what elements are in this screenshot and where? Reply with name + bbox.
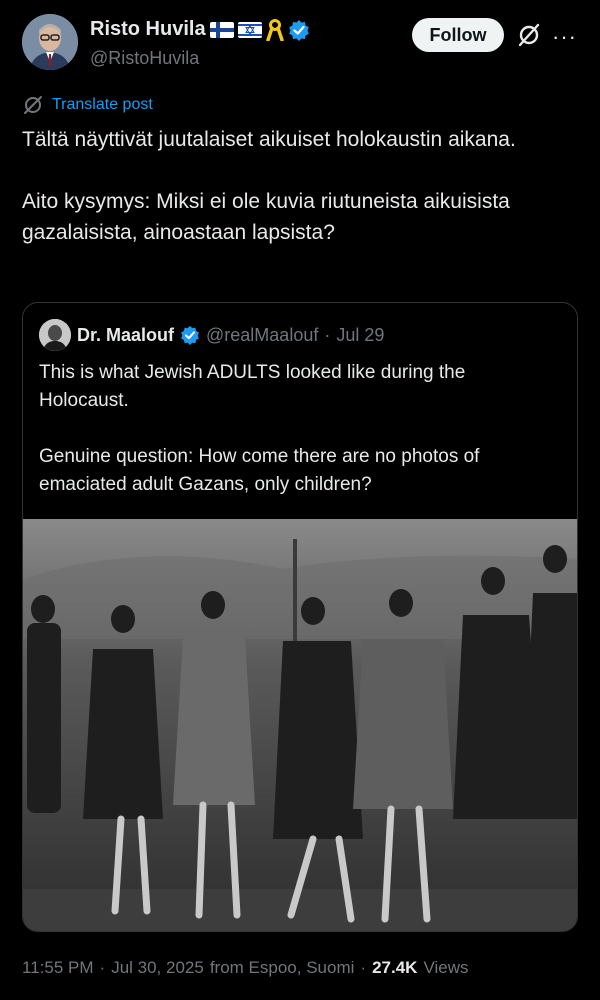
grok-icon[interactable] <box>516 22 542 48</box>
quote-photo[interactable] <box>23 519 577 931</box>
post-header: Risto Huvila @RistoHuvila Follow ··· <box>22 14 582 74</box>
quote-handle[interactable]: @realMaalouf <box>206 325 318 346</box>
author-handle[interactable]: @RistoHuvila <box>90 48 199 69</box>
author-avatar[interactable] <box>22 14 78 70</box>
more-icon[interactable]: ··· <box>552 24 577 50</box>
post-footer: 11:55 PM · Jul 30, 2025 from Espoo, Suom… <box>22 958 468 978</box>
quote-paragraph: This is what Jewish ADULTS looked like d… <box>39 362 466 411</box>
quote-paragraph: Genuine question: How come there are no … <box>39 446 480 495</box>
quote-display-name[interactable]: Dr. Maalouf <box>77 325 174 346</box>
post-time[interactable]: 11:55 PM <box>22 958 94 978</box>
post-date[interactable]: Jul 30, 2025 <box>111 958 204 978</box>
quote-date[interactable]: Jul 29 <box>336 325 384 346</box>
quote-header: Dr. Maalouf @realMaalouf · Jul 29 <box>39 319 384 351</box>
post-paragraph: Aito kysymys: Miksi ei ole kuvia riutune… <box>22 190 510 244</box>
views-label: Views <box>423 958 469 977</box>
author-display-name[interactable]: Risto Huvila <box>90 18 206 41</box>
quote-avatar[interactable] <box>39 319 71 351</box>
follow-button[interactable]: Follow <box>412 18 504 52</box>
views-count[interactable]: 27.4K <box>372 958 417 978</box>
verified-icon <box>288 19 309 41</box>
quote-separator: · <box>324 324 331 345</box>
post-body: Tältä näyttivät juutalaiset aikuiset hol… <box>22 124 578 279</box>
quoted-post[interactable]: Dr. Maalouf @realMaalouf · Jul 29 This i… <box>22 302 578 932</box>
verified-icon <box>181 325 199 345</box>
translate-link[interactable]: Translate post <box>22 94 153 116</box>
israel-flag-icon <box>237 21 262 38</box>
footer-separator: · <box>99 958 106 977</box>
post-location[interactable]: from Espoo, Suomi <box>210 958 355 978</box>
finland-flag-icon <box>209 21 234 38</box>
quote-body: This is what Jewish ADULTS looked like d… <box>39 359 559 527</box>
footer-separator: · <box>360 958 367 977</box>
post-paragraph: Tältä näyttivät juutalaiset aikuiset hol… <box>22 128 516 151</box>
globe-icon <box>24 96 42 114</box>
translate-label[interactable]: Translate post <box>52 96 153 114</box>
author-name-row: Risto Huvila <box>90 18 310 41</box>
yellow-ribbon-icon <box>265 18 284 41</box>
